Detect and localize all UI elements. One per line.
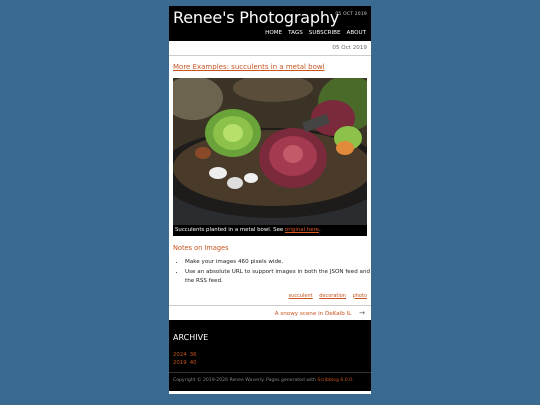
nav-about[interactable]: ABOUT [347,30,366,36]
archive-heading: ARCHIVE [173,332,209,342]
caption-text: Succulents planted in a metal bowl. See [175,227,285,233]
next-post-nav: A snowy scene in DeKalb IL → [169,304,371,320]
site-header: Renee's Photography 05 OCT 2019 HOME TAG… [169,6,371,41]
divider [169,55,371,56]
post-figure: Succulents planted in a metal bowl. See … [173,78,367,236]
succulent-photo[interactable] [173,78,367,225]
list-item: Make your images 460 pixels wide. [185,258,371,268]
list-item: Use an absolute URL to support images in… [185,268,371,287]
nav-tags[interactable]: TAGS [288,30,303,36]
tag-photo[interactable]: photo [353,293,367,299]
archive-section: ARCHIVE 2024 36 2019 40 [169,319,371,372]
post-title-link[interactable]: More Examples: succulents in a metal bow… [173,63,371,71]
archive-item-2024: 2024 36 [173,351,197,359]
site-footer: Copyright © 2019-2026 Renee Waverly. Pag… [169,371,371,391]
archive-count: 36 [189,351,197,358]
caption-end: . [318,227,321,233]
nav-home[interactable]: HOME [265,30,282,36]
notes-heading: Notes on Images [173,244,229,252]
nav-subscribe[interactable]: SUBSCRIBE [309,30,341,36]
archive-count: 40 [189,359,197,366]
header-date: 05 OCT 2019 [335,12,367,17]
copyright-text: Copyright © 2019-2026 Renee Waverly. Pag… [173,377,318,383]
archive-list: 2024 36 2019 40 [173,351,197,367]
original-link[interactable]: original here [285,227,319,233]
next-post-link[interactable]: A snowy scene in DeKalb IL [275,311,352,317]
figure-caption: Succulents planted in a metal bowl. See … [173,225,367,236]
archive-item-2019: 2019 40 [173,359,197,367]
page-container: Renee's Photography 05 OCT 2019 HOME TAG… [169,6,371,394]
right-arrow-icon[interactable]: → [359,309,365,317]
tag-succulent[interactable]: succulent [289,293,313,299]
archive-year-link[interactable]: 2024 [173,352,187,358]
archive-year-link[interactable]: 2019 [173,360,187,366]
generator-link[interactable]: Scribblog 6.0.0 [317,378,352,383]
tag-decoration[interactable]: decoration [319,293,346,299]
notes-list: Make your images 460 pixels wide. Use an… [169,258,371,287]
footer-text: Copyright © 2019-2026 Renee Waverly. Pag… [173,378,353,383]
post-date: 05 Oct 2019 [332,45,367,51]
post-tags: succulent decoration photo [169,293,371,299]
footer-end: . [352,377,354,383]
site-title[interactable]: Renee's Photography [173,8,339,27]
main-nav: HOME TAGS SUBSCRIBE ABOUT [265,30,366,36]
